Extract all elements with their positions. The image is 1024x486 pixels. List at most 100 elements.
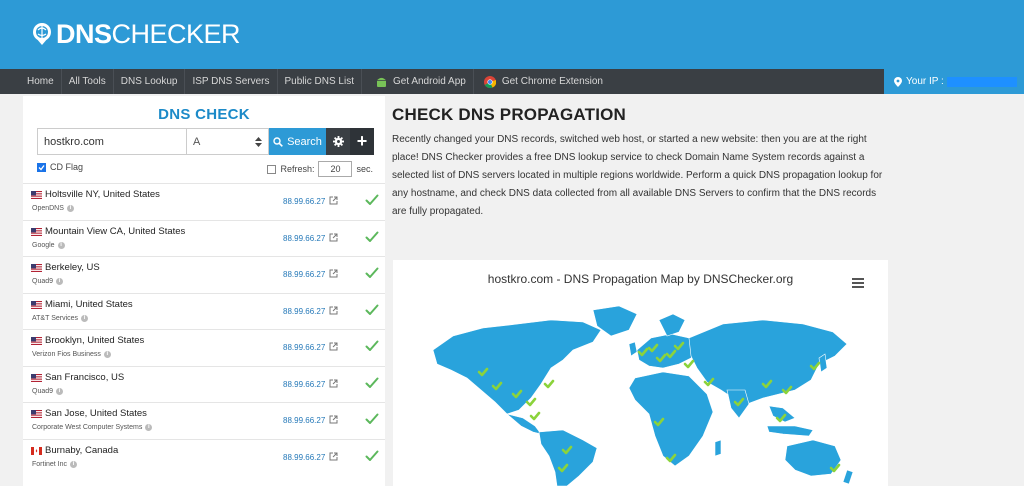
result-row: Berkeley, US Quad9 i 88.99.66.27	[23, 256, 385, 293]
nav-chrome-extension[interactable]: Get Chrome Extension	[474, 69, 610, 94]
map-check-europe-6	[683, 359, 695, 369]
us-flag-icon	[31, 337, 42, 345]
result-location: Brooklyn, United States	[45, 335, 145, 346]
info-icon[interactable]: i	[103, 351, 111, 358]
external-link-icon[interactable]	[329, 196, 338, 205]
info-icon[interactable]: i	[70, 460, 78, 468]
result-provider-name: Corporate West Computer Systems	[32, 424, 143, 431]
result-provider-name: Quad9	[32, 387, 54, 395]
external-link-icon[interactable]	[329, 452, 338, 461]
search-button[interactable]: Search	[269, 128, 326, 155]
cd-flag-option[interactable]: CD Flag	[37, 162, 83, 172]
menu-icon[interactable]	[852, 278, 864, 288]
result-provider: Corporate West Computer Systems i	[32, 424, 153, 431]
nav-chrome-label: Get Chrome Extension	[501, 76, 603, 87]
result-location: Miami, United States	[45, 298, 133, 310]
check-icon	[365, 304, 379, 315]
result-provider-name: Verizon Fios Business	[32, 351, 101, 358]
info-icon[interactable]: i	[145, 424, 153, 431]
result-location: Burnaby, Canada	[45, 444, 119, 456]
nav-android-label: Get Android App	[392, 76, 466, 87]
main-nav: Home All Tools DNS Lookup ISP DNS Server…	[0, 69, 1024, 94]
record-type-value: A	[193, 135, 201, 148]
map-region-indonesia	[766, 425, 814, 437]
map-title: hostkro.com - DNS Propagation Map by DNS…	[487, 272, 794, 286]
map-region-north-america	[432, 319, 602, 415]
your-ip-label: Your IP :	[906, 76, 944, 87]
map-region-africa	[628, 371, 714, 467]
settings-button[interactable]	[326, 128, 350, 155]
nav-dns-lookup[interactable]: DNS Lookup	[114, 69, 186, 94]
us-flag-icon	[31, 191, 42, 199]
info-icon[interactable]: i	[56, 278, 64, 285]
result-row: Miami, United States AT&T Services i 88.99.…	[23, 292, 385, 330]
info-icon[interactable]: i	[56, 387, 64, 395]
result-location: Berkeley, US	[45, 262, 100, 273]
result-location: Holtsville NY, United States	[45, 189, 160, 200]
add-button[interactable]: +	[350, 128, 374, 155]
plus-icon: +	[356, 131, 368, 151]
result-ip[interactable]: 88.99.66.27	[283, 416, 325, 425]
info-icon[interactable]: i	[66, 205, 74, 212]
result-provider: Google i	[32, 241, 65, 249]
info-icon[interactable]: i	[81, 314, 89, 322]
result-location: San Francisco, US	[45, 371, 125, 383]
select-arrows-icon	[255, 136, 262, 147]
result-ip[interactable]: 88.99.66.27	[283, 380, 325, 389]
android-icon	[376, 76, 387, 88]
map-region-uk	[628, 341, 638, 357]
result-provider: Quad9 i	[32, 278, 64, 285]
propagation-title: CHECK DNS PROPAGATION	[392, 105, 627, 124]
result-row: Mountain View CA, United States Google i 88…	[23, 219, 385, 257]
result-row: San Jose, United States Corporate West Co…	[23, 402, 385, 439]
external-link-icon[interactable]	[329, 415, 338, 424]
dns-check-title: DNS CHECK	[158, 106, 250, 123]
check-icon	[365, 340, 379, 351]
results-list: Holtsville NY, United States OpenDNS i 88.9…	[23, 183, 385, 475]
result-ip[interactable]: 88.99.66.27	[283, 234, 325, 243]
cd-flag-checkbox[interactable]	[37, 162, 46, 172]
us-flag-icon	[31, 410, 42, 418]
result-provider: Fortinet Inc i	[32, 460, 78, 468]
result-row: Brooklyn, United States Verizon Fios Busi…	[23, 329, 385, 366]
nav-isp-dns-servers[interactable]: ISP DNS Servers	[185, 69, 278, 94]
record-type-select[interactable]: A	[187, 128, 269, 155]
result-provider-name: Google	[32, 241, 55, 249]
result-ip[interactable]: 88.99.66.27	[283, 343, 325, 352]
nav-android-app[interactable]: Get Android App	[362, 69, 474, 94]
nav-public-dns-list[interactable]: Public DNS List	[278, 69, 362, 94]
result-ip[interactable]: 88.99.66.27	[283, 307, 325, 316]
map-region-scandinavia	[658, 313, 686, 337]
result-provider: Verizon Fios Business i	[32, 351, 111, 358]
refresh-checkbox[interactable]	[267, 164, 277, 174]
world-map[interactable]	[423, 298, 853, 486]
chrome-icon	[483, 75, 496, 88]
external-link-icon[interactable]	[329, 269, 338, 278]
nav-home[interactable]: Home	[0, 69, 62, 94]
site-logo[interactable]: DNSCHECKER	[30, 14, 241, 54]
us-flag-icon	[31, 264, 42, 272]
us-flag-icon	[31, 227, 42, 236]
search-bar: A Search +	[37, 128, 374, 155]
external-link-icon[interactable]	[329, 233, 338, 242]
info-icon[interactable]: i	[57, 241, 65, 249]
result-ip[interactable]: 88.99.66.27	[283, 197, 325, 206]
result-ip[interactable]: 88.99.66.27	[283, 453, 325, 462]
result-provider-name: AT&T Services	[32, 314, 79, 322]
us-flag-icon	[31, 300, 42, 309]
refresh-option: Refresh: 20 sec.	[267, 161, 373, 177]
nav-all-tools[interactable]: All Tools	[62, 69, 114, 94]
location-pin-icon	[33, 23, 51, 45]
ip-redacted	[946, 76, 1017, 87]
check-icon	[365, 231, 379, 242]
external-link-icon[interactable]	[329, 306, 338, 315]
external-link-icon[interactable]	[329, 379, 338, 388]
refresh-interval-input[interactable]: 20	[318, 161, 353, 177]
your-ip-display: Your IP :	[884, 69, 1024, 94]
result-ip[interactable]: 88.99.66.27	[283, 270, 325, 279]
dns-check-panel: DNS CHECK A Search + CD Flag Refresh:	[23, 96, 385, 486]
check-icon	[365, 413, 379, 424]
search-label: Search	[287, 135, 322, 148]
hostname-input[interactable]	[37, 128, 187, 155]
external-link-icon[interactable]	[329, 342, 338, 351]
